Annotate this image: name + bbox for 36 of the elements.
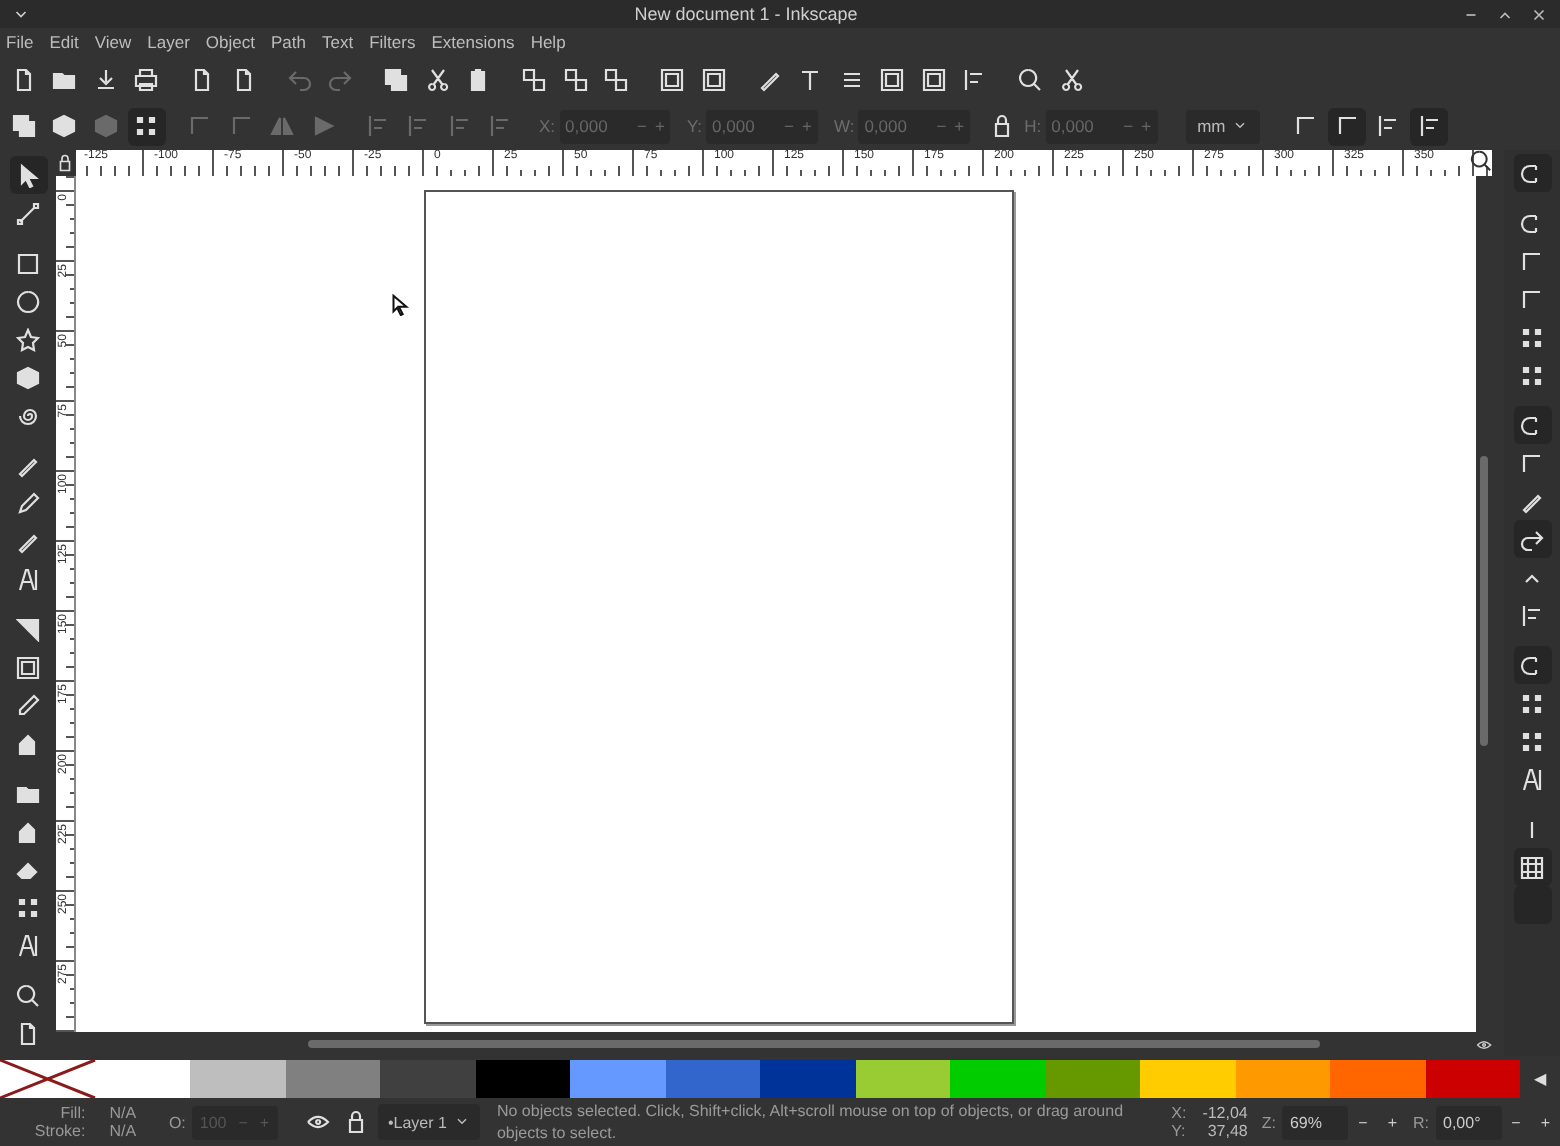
menu-item[interactable]: Object	[205, 32, 255, 52]
zoom-field[interactable]: 69%	[1281, 1105, 1349, 1139]
field-label: Y:	[686, 116, 703, 136]
menu-item[interactable]: Layer	[147, 32, 190, 52]
opacity-label: O:	[168, 1113, 186, 1131]
menu-item[interactable]: File	[6, 32, 34, 52]
zoom-decrease-button[interactable]: −	[1358, 1113, 1368, 1131]
rotation-field[interactable]: 0,00°	[1435, 1105, 1502, 1139]
field-label: W:	[833, 116, 855, 136]
rotation-increase-button[interactable]: +	[1540, 1113, 1551, 1131]
cursor-y-value: 37,48	[1205, 1122, 1248, 1140]
menu-item[interactable]: Text	[321, 32, 354, 52]
menu-item[interactable]: Help	[530, 32, 566, 52]
status-message: No objects selected. Click, Shift+click, Alt+scroll mouse on top of objects, or drag around objects to select.	[496, 1100, 1126, 1144]
menu-item[interactable]: Filters	[369, 32, 416, 52]
window-title: New document 1 - Inkscape	[632, 4, 860, 24]
fill-value: N/A	[109, 1104, 139, 1122]
menu-item[interactable]: View	[94, 32, 132, 52]
menu-item[interactable]: Extensions	[431, 32, 515, 52]
field-label: X:	[539, 116, 556, 136]
cursor-x-value: -12,04	[1202, 1104, 1248, 1122]
palette-scroll-button[interactable]: ◀	[1520, 1060, 1560, 1098]
zoom-increase-button[interactable]: +	[1387, 1113, 1397, 1131]
field-label: H:	[1024, 116, 1042, 136]
cursor-x-label: X:	[1171, 1104, 1187, 1122]
fill-label: Fill:	[58, 1104, 86, 1122]
unit-dropdown[interactable]: mm	[1185, 109, 1260, 143]
layer-dropdown[interactable]: •Layer 1	[377, 1104, 481, 1140]
stroke-label: Stroke:	[32, 1122, 86, 1140]
cursor-y-label: Y:	[1171, 1122, 1187, 1140]
menu-item[interactable]: Edit	[49, 32, 79, 52]
zoom-label: Z:	[1261, 1113, 1276, 1131]
rotation-decrease-button[interactable]: −	[1511, 1113, 1521, 1131]
menu-item[interactable]: Path	[270, 32, 306, 52]
rotation-label: R:	[1413, 1113, 1429, 1131]
stroke-value: N/A	[109, 1122, 139, 1140]
